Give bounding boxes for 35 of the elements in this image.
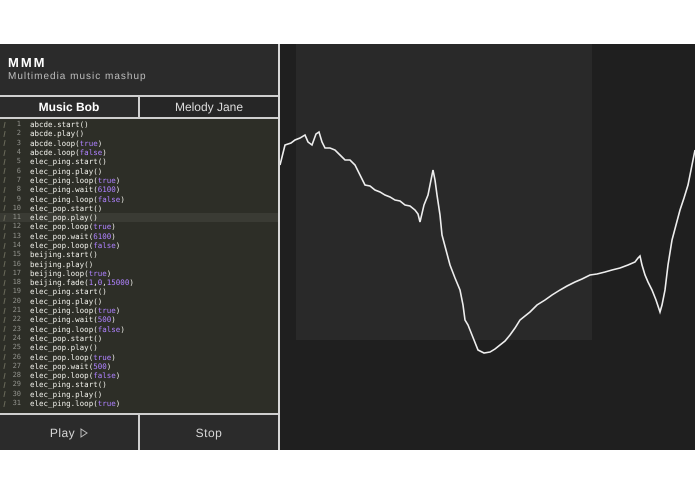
fold-marker-icon	[3, 242, 6, 249]
fold-marker-icon	[3, 233, 6, 240]
fold-marker-icon	[3, 298, 6, 304]
fold-marker-icon	[3, 326, 6, 332]
fold-marker-icon	[3, 140, 6, 146]
tab[interactable]: Melody Jane	[138, 97, 278, 117]
app-subtitle: Multimedia music mashup	[8, 70, 147, 83]
fold-marker-icon	[3, 354, 6, 360]
fold-marker-icon	[3, 344, 6, 351]
fold-marker-icon	[3, 288, 6, 296]
fold-marker-icon	[3, 205, 6, 212]
fold-marker-icon	[3, 224, 6, 230]
fold-marker-icon	[3, 372, 6, 379]
fold-marker-icon	[3, 382, 6, 388]
fold-marker-icon	[3, 335, 6, 342]
fold-marker-icon	[3, 186, 6, 193]
fold-marker-icon	[3, 363, 6, 370]
fold-marker-icon	[3, 280, 6, 286]
fold-marker-icon	[3, 150, 6, 156]
fold-marker-icon	[3, 261, 6, 268]
fold-marker-icon	[3, 308, 6, 314]
fold-marker-icon	[3, 168, 6, 174]
fold-marker-icon	[3, 122, 6, 128]
fold-marker-icon	[3, 400, 6, 407]
fold-marker-icon	[3, 252, 6, 258]
fold-marker-icon	[3, 214, 6, 221]
fold-marker-icon	[3, 177, 6, 184]
app-title: MMM	[8, 56, 46, 70]
play-icon	[80, 428, 88, 438]
fold-marker-icon	[3, 316, 6, 323]
fold-marker-icon	[3, 130, 6, 137]
fold-marker-icon	[3, 196, 6, 202]
fold-marker-icon	[3, 158, 6, 165]
fold-marker-icon	[3, 270, 6, 276]
fold-marker-icon	[3, 391, 6, 398]
